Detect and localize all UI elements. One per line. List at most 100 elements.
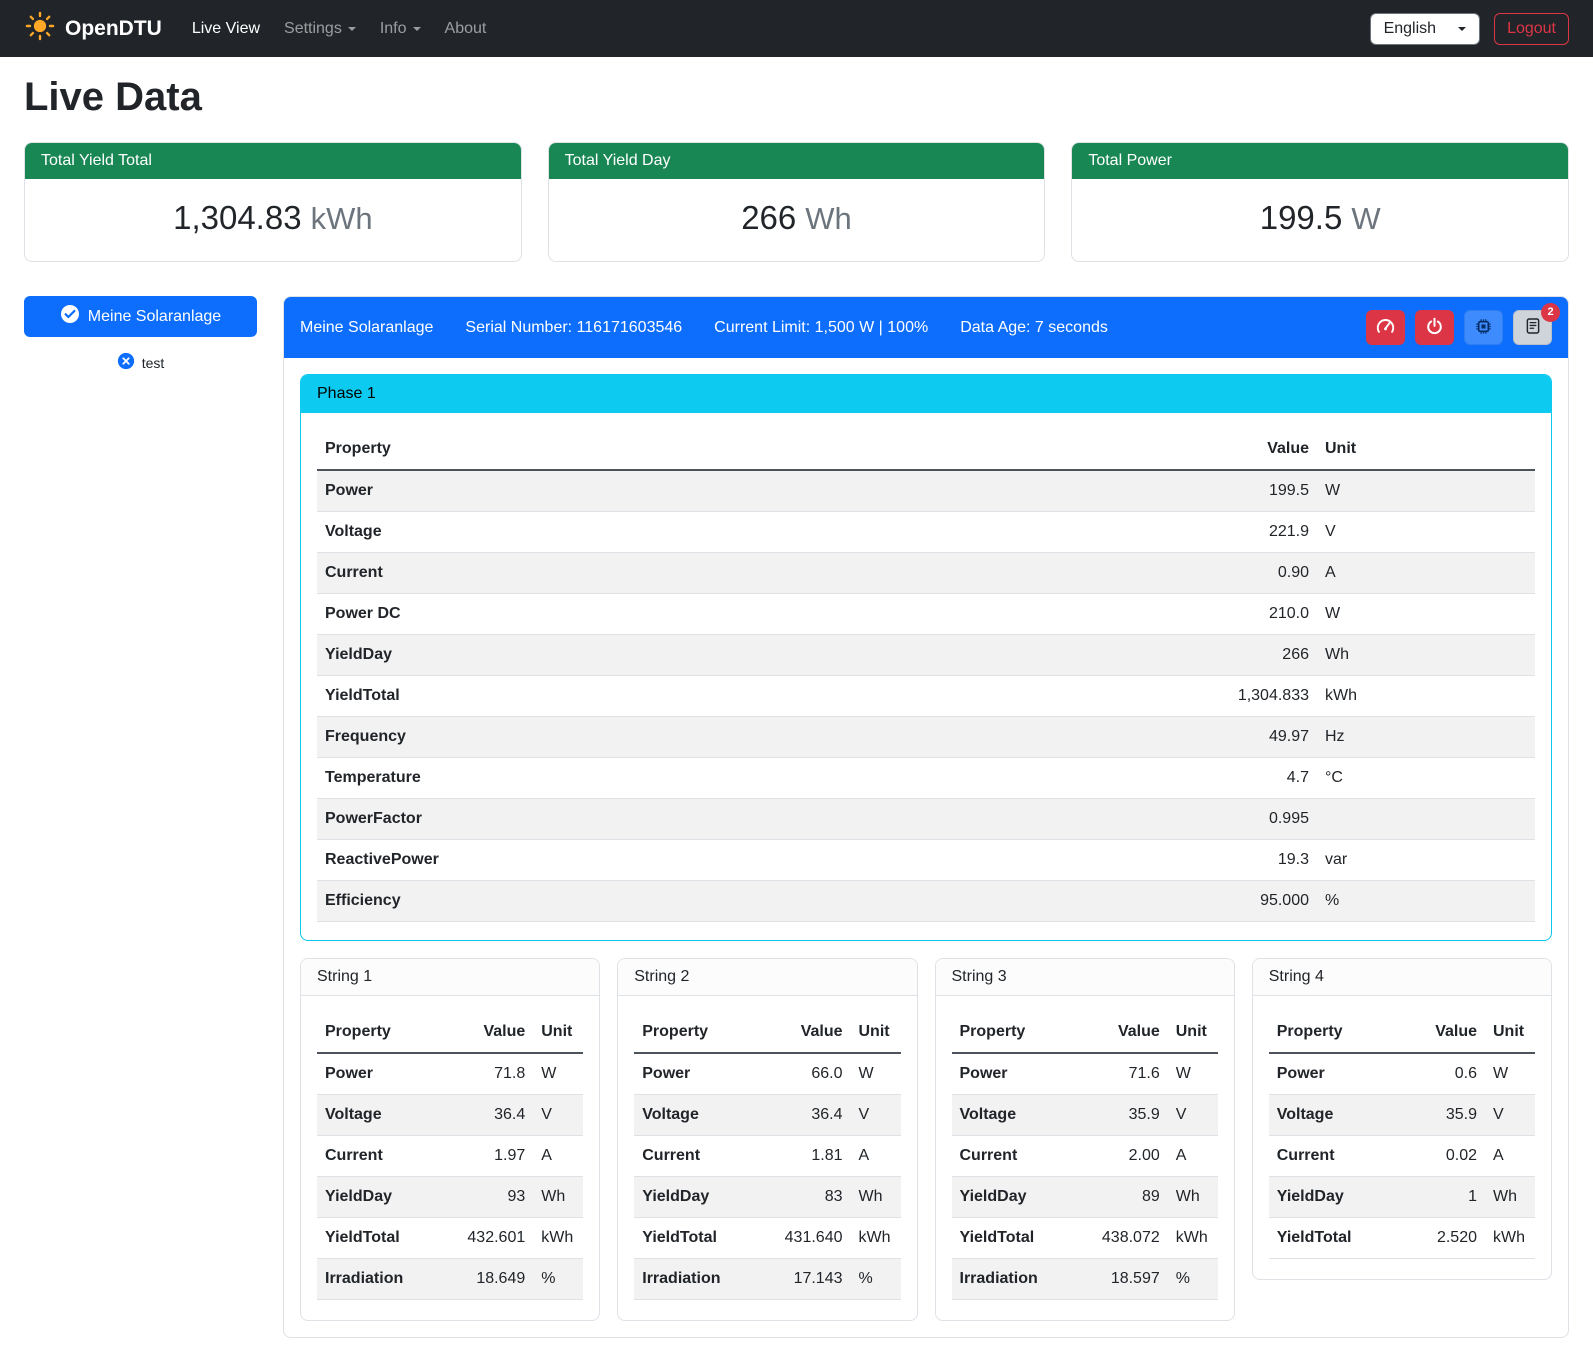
- cell-unit: V: [851, 1095, 901, 1136]
- cell-value: 36.4: [438, 1095, 533, 1136]
- cell-unit: W: [1168, 1053, 1218, 1095]
- cell-value: 83: [755, 1177, 850, 1218]
- table-row: Voltage36.4V: [317, 1095, 583, 1136]
- cell-value: 2.00: [1073, 1136, 1168, 1177]
- cell-value: 431.640: [755, 1218, 850, 1259]
- cell-unit: Wh: [851, 1177, 901, 1218]
- cell-unit: %: [1168, 1259, 1218, 1300]
- cell-value: 93: [438, 1177, 533, 1218]
- table-row: Power0.6W: [1269, 1053, 1535, 1095]
- nav-item-live-view[interactable]: Live View: [180, 12, 272, 46]
- cell-value: 17.143: [755, 1259, 850, 1300]
- string-table: Property Value Unit Power71.6W Voltage35…: [952, 1012, 1218, 1300]
- stat-value: 1,304.83: [173, 199, 301, 236]
- cell-property: Voltage: [317, 512, 915, 553]
- inverter-select-item-test[interactable]: test: [24, 352, 257, 373]
- cell-unit: A: [1485, 1136, 1535, 1177]
- inverter-select-label: Meine Solaranlage: [88, 308, 221, 326]
- cell-value: 49.97: [915, 717, 1317, 758]
- cell-property: PowerFactor: [317, 799, 915, 840]
- cell-property: Power: [317, 470, 915, 512]
- table-row: Current2.00A: [952, 1136, 1218, 1177]
- cell-value: 0.02: [1401, 1136, 1485, 1177]
- device-info-button[interactable]: [1464, 310, 1503, 345]
- cell-value: 71.6: [1073, 1053, 1168, 1095]
- logout-button[interactable]: Logout: [1494, 13, 1569, 45]
- cell-property: Temperature: [317, 758, 915, 799]
- event-count-badge: 2: [1541, 303, 1560, 322]
- stats-row: Total Yield Total 1,304.83kWh Total Yiel…: [24, 142, 1569, 262]
- string-card-body: Property Value Unit Power71.8W Voltage36…: [301, 996, 599, 1320]
- table-row: Irradiation18.649%: [317, 1259, 583, 1300]
- table-row: Current1.97A: [317, 1136, 583, 1177]
- cell-property: Voltage: [317, 1095, 438, 1136]
- table-row: Current0.90A: [317, 553, 1535, 594]
- cell-property: YieldTotal: [634, 1218, 755, 1259]
- cell-property: Current: [634, 1136, 755, 1177]
- string-card-1: String 1 Property Value Unit: [300, 958, 600, 1321]
- nav-item-settings[interactable]: Settings: [272, 12, 368, 46]
- nav-item-info[interactable]: Info: [368, 12, 433, 46]
- cpu-icon: [1474, 317, 1493, 339]
- event-log-button[interactable]: 2: [1513, 310, 1552, 345]
- cell-property: Irradiation: [317, 1259, 438, 1300]
- language-select[interactable]: English: [1370, 13, 1480, 45]
- cell-unit: Wh: [1168, 1177, 1218, 1218]
- cell-unit: W: [1317, 594, 1535, 635]
- cell-unit: [1317, 799, 1535, 840]
- chevron-down-icon: [1458, 27, 1466, 31]
- table-row: YieldTotal431.640kWh: [634, 1218, 900, 1259]
- table-row: Power DC210.0W: [317, 594, 1535, 635]
- cell-value: 0.90: [915, 553, 1317, 594]
- cell-value: 95.000: [915, 881, 1317, 922]
- nav-item-about[interactable]: About: [433, 12, 499, 46]
- cell-value: 438.072: [1073, 1218, 1168, 1259]
- stat-unit: kWh: [311, 201, 373, 236]
- table-row: Voltage221.9V: [317, 512, 1535, 553]
- phase-card-title: Phase 1: [301, 375, 1551, 413]
- string-table: Property Value Unit Power0.6W Voltage35.…: [1269, 1012, 1535, 1259]
- column-header-unit: Unit: [851, 1012, 901, 1053]
- cell-unit: W: [1317, 470, 1535, 512]
- cell-unit: A: [533, 1136, 583, 1177]
- table-row: Voltage36.4V: [634, 1095, 900, 1136]
- inverter-select-button-active[interactable]: Meine Solaranlage: [24, 296, 257, 337]
- stat-value: 266: [741, 199, 796, 236]
- power-button[interactable]: [1415, 310, 1454, 345]
- stat-card-title: Total Yield Day: [549, 143, 1045, 179]
- cell-unit: Wh: [1485, 1177, 1535, 1218]
- brand[interactable]: OpenDTU: [24, 10, 162, 48]
- table-row: Current0.02A: [1269, 1136, 1535, 1177]
- stat-unit: Wh: [805, 201, 852, 236]
- stat-unit: W: [1351, 201, 1380, 236]
- cell-property: Power: [952, 1053, 1073, 1095]
- cell-property: YieldDay: [952, 1177, 1073, 1218]
- cell-unit: %: [851, 1259, 901, 1300]
- cell-property: YieldDay: [317, 1177, 438, 1218]
- cell-property: Current: [952, 1136, 1073, 1177]
- inverter-selector: Meine Solaranlage test: [24, 296, 257, 373]
- cell-value: 1.97: [438, 1136, 533, 1177]
- cell-value: 1.81: [755, 1136, 850, 1177]
- string-card-3: String 3 Property Value Unit: [935, 958, 1235, 1321]
- cell-value: 4.7: [915, 758, 1317, 799]
- cell-property: Current: [1269, 1136, 1401, 1177]
- phase-card-body: Property Value Unit Power199.5W Voltage2…: [301, 413, 1551, 940]
- cell-unit: var: [1317, 840, 1535, 881]
- column-header-value: Value: [1073, 1012, 1168, 1053]
- table-row: YieldTotal2.520kWh: [1269, 1218, 1535, 1259]
- table-row: Irradiation17.143%: [634, 1259, 900, 1300]
- string-card-title: String 3: [936, 959, 1234, 996]
- table-header-row: Property Value Unit: [952, 1012, 1218, 1053]
- stat-card-total-power: Total Power 199.5W: [1071, 142, 1569, 262]
- navbar-right: English Logout: [1370, 13, 1569, 45]
- table-row: Power199.5W: [317, 470, 1535, 512]
- table-row: Power71.6W: [952, 1053, 1218, 1095]
- x-circle-icon: [117, 352, 135, 373]
- limit-settings-button[interactable]: [1366, 310, 1405, 345]
- table-row: YieldDay266Wh: [317, 635, 1535, 676]
- cell-value: 0.995: [915, 799, 1317, 840]
- cell-value: 0.6: [1401, 1053, 1485, 1095]
- table-row: YieldTotal1,304.833kWh: [317, 676, 1535, 717]
- cell-property: Current: [317, 553, 915, 594]
